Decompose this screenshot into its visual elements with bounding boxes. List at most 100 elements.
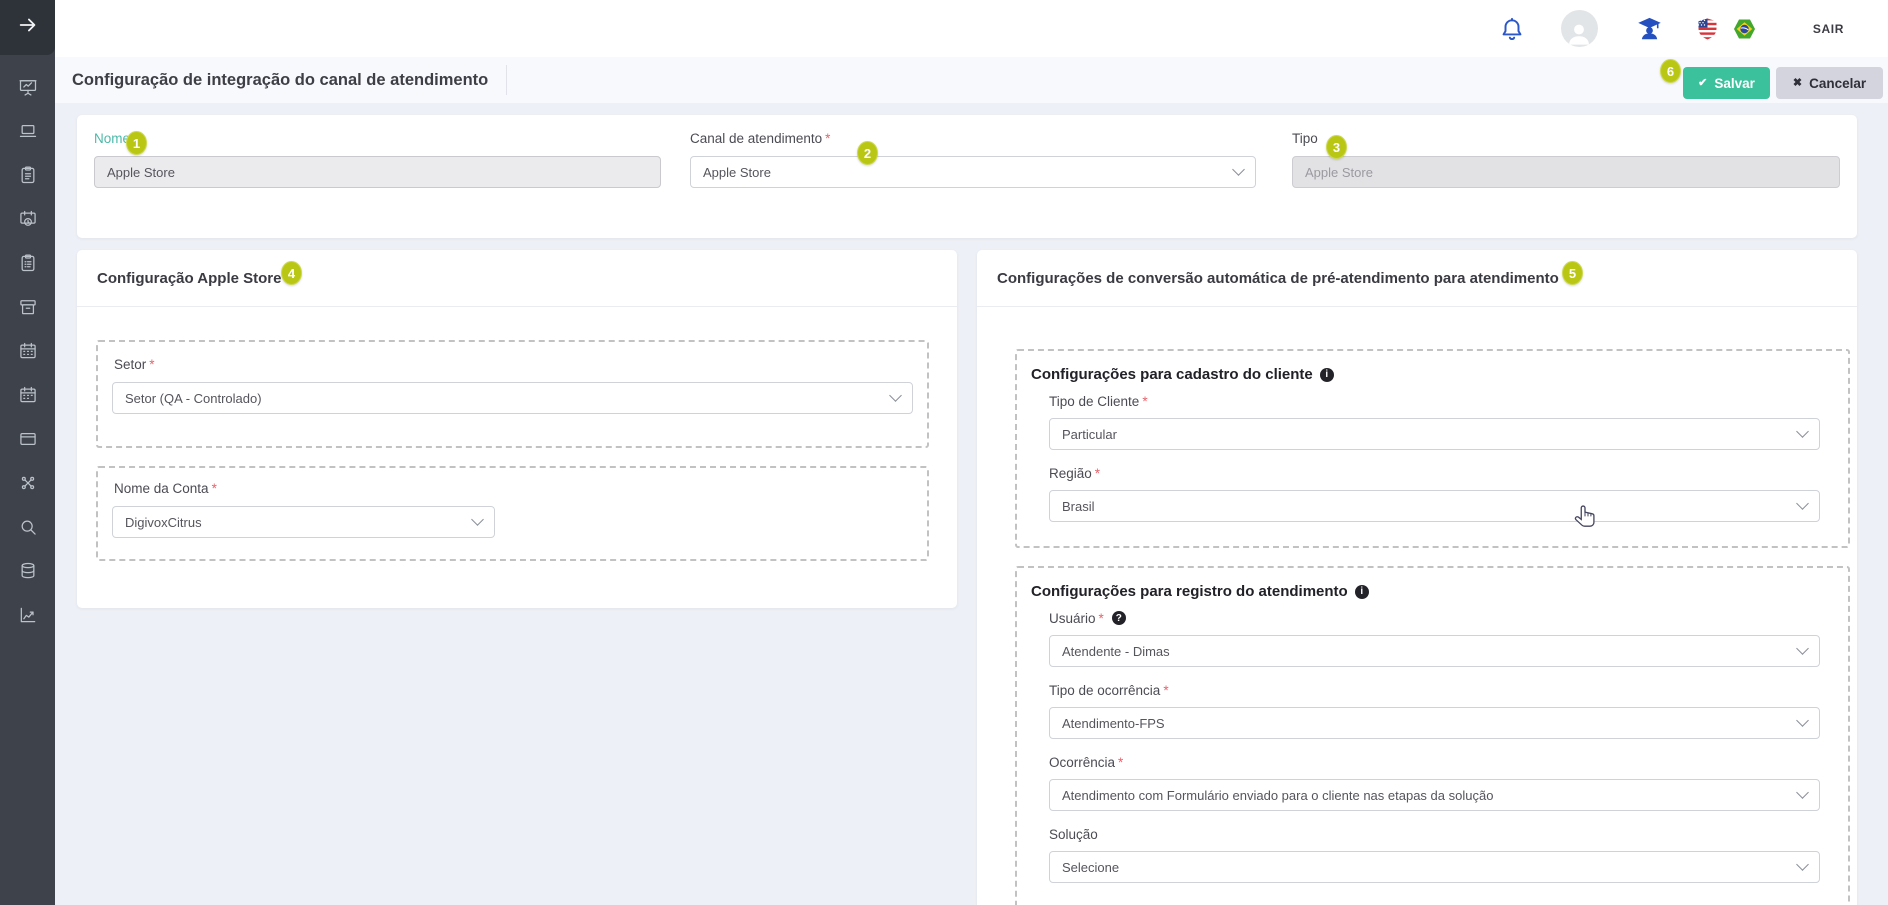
- calendar-clock-icon: [18, 209, 38, 229]
- apple-store-config-card: Configuração Apple Store Setor * Setor (…: [77, 250, 957, 608]
- graduate-user-icon[interactable]: [1636, 15, 1663, 42]
- app-window: SAIR Configuração de integração do canal…: [0, 0, 1888, 905]
- clipboard-list-icon: [18, 165, 38, 185]
- sidebar-item-clipboard-tasks[interactable]: [0, 241, 55, 285]
- conta-group: Nome da Conta * DigivoxCitrus: [96, 466, 929, 561]
- tipo-input: Apple Store: [1292, 156, 1840, 188]
- info-icon[interactable]: i: [1320, 368, 1334, 382]
- nome-input: Apple Store: [94, 156, 661, 188]
- sidebar-item-calendar-clock[interactable]: [0, 197, 55, 241]
- title-divider: [506, 65, 507, 95]
- notifications-bell-icon[interactable]: [1499, 16, 1525, 42]
- check-icon: ✔: [1698, 78, 1707, 89]
- ocorrencia-select[interactable]: Atendimento com Formulário enviado para …: [1049, 779, 1820, 811]
- cancel-button[interactable]: ✖ Cancelar: [1776, 67, 1883, 99]
- annotation-badge-1: 1: [126, 131, 147, 155]
- cadastro-cliente-group: Configurações para cadastro do cliente i…: [1015, 349, 1850, 548]
- registro-atendimento-group: Configurações para registro do atendimen…: [1015, 566, 1850, 905]
- conversion-config-card: Configurações de conversão automática de…: [977, 250, 1857, 905]
- nome-label: Nome *: [94, 129, 661, 147]
- chevron-down-icon: [1796, 425, 1809, 438]
- sidebar-item-browser-window[interactable]: [0, 417, 55, 461]
- sidebar-item-archive-box[interactable]: [0, 285, 55, 329]
- required-asterisk: *: [1095, 466, 1100, 481]
- archive-box-icon: [18, 297, 38, 317]
- tipo-ocorrencia-select[interactable]: Atendimento-FPS: [1049, 707, 1820, 739]
- flag-brazil-icon[interactable]: [1732, 17, 1757, 41]
- tipo-cliente-label: Tipo de Cliente *: [1049, 392, 1820, 410]
- regiao-label: Região *: [1049, 464, 1820, 482]
- calendar-month-icon: [18, 341, 38, 361]
- tipo-ocorrencia-field: Tipo de ocorrência * Atendimento-FPS: [1049, 681, 1820, 739]
- usuario-select[interactable]: Atendente - Dimas: [1049, 635, 1820, 667]
- chevron-down-icon: [471, 513, 484, 526]
- sidebar-item-database-stack[interactable]: [0, 549, 55, 593]
- chevron-down-icon: [1232, 163, 1245, 176]
- chevron-down-icon: [1796, 642, 1809, 655]
- sidebar-item-presentation-board[interactable]: [0, 65, 55, 109]
- annotation-badge-5: 5: [1562, 261, 1583, 285]
- presentation-board-icon: [18, 77, 38, 97]
- solucao-select[interactable]: Selecione: [1049, 851, 1820, 883]
- required-asterisk: *: [1099, 611, 1104, 626]
- save-button[interactable]: ✔ Salvar: [1683, 67, 1770, 99]
- sidebar: [0, 0, 55, 905]
- calendar-month-alt-icon: [18, 385, 38, 405]
- sidebar-menu: [0, 55, 55, 637]
- ocorrencia-label: Ocorrência *: [1049, 753, 1820, 771]
- sidebar-item-chart-growth[interactable]: [0, 593, 55, 637]
- regiao-field: Região * Brasil: [1049, 464, 1820, 522]
- chevron-down-icon: [1796, 858, 1809, 871]
- flag-us-icon[interactable]: [1695, 17, 1720, 41]
- sidebar-item-calendar-month-alt[interactable]: [0, 373, 55, 417]
- conta-select[interactable]: DigivoxCitrus: [112, 506, 495, 538]
- top-header: SAIR: [55, 0, 1888, 57]
- solucao-field: Solução Selecione: [1049, 825, 1820, 883]
- tipo-ocorrencia-label: Tipo de ocorrência *: [1049, 681, 1820, 699]
- sidebar-item-network-nodes[interactable]: [0, 461, 55, 505]
- conta-label: Nome da Conta *: [114, 479, 913, 497]
- database-stack-icon: [18, 561, 38, 581]
- toggle-sidebar-button[interactable]: [0, 0, 55, 55]
- solucao-label: Solução: [1049, 825, 1820, 843]
- setor-group: Setor * Setor (QA - Controlado): [96, 340, 929, 448]
- clipboard-tasks-icon: [18, 253, 38, 273]
- chevron-down-icon: [889, 389, 902, 402]
- tipo-cliente-field: Tipo de Cliente * Particular: [1049, 392, 1820, 450]
- canal-field: Canal de atendimento * Apple Store: [690, 129, 1256, 188]
- laptop-icon: [18, 121, 38, 141]
- chevron-down-icon: [1796, 497, 1809, 510]
- canal-select[interactable]: Apple Store: [690, 156, 1256, 188]
- search-icon: [18, 517, 38, 537]
- sidebar-item-laptop[interactable]: [0, 109, 55, 153]
- sidebar-item-clipboard-list[interactable]: [0, 153, 55, 197]
- info-icon[interactable]: i: [1355, 585, 1369, 599]
- title-bar: Configuração de integração do canal de a…: [55, 57, 1888, 103]
- usuario-field: Usuário * ? Atendente - Dimas: [1049, 609, 1820, 667]
- tipo-cliente-select[interactable]: Particular: [1049, 418, 1820, 450]
- sidebar-item-search[interactable]: [0, 505, 55, 549]
- sidebar-item-calendar-month[interactable]: [0, 329, 55, 373]
- arrow-right-icon: [17, 14, 39, 41]
- annotation-badge-2: 2: [857, 141, 878, 165]
- help-icon[interactable]: ?: [1112, 611, 1126, 625]
- nome-field: Nome * Apple Store: [94, 129, 661, 188]
- regiao-select[interactable]: Brasil: [1049, 490, 1820, 522]
- logout-button[interactable]: SAIR: [1813, 22, 1844, 36]
- close-icon: ✖: [1793, 78, 1802, 89]
- cadastro-heading: Configurações para cadastro do cliente i: [1031, 366, 1834, 383]
- chevron-down-icon: [1796, 714, 1809, 727]
- required-asterisk: *: [1118, 755, 1123, 770]
- network-nodes-icon: [18, 473, 38, 493]
- browser-window-icon: [18, 429, 38, 449]
- canal-label: Canal de atendimento *: [690, 129, 1256, 147]
- cancel-button-label: Cancelar: [1809, 76, 1866, 91]
- required-asterisk: *: [212, 481, 217, 496]
- setor-select[interactable]: Setor (QA - Controlado): [112, 382, 913, 414]
- setor-label: Setor *: [114, 355, 913, 373]
- required-asterisk: *: [825, 131, 830, 146]
- annotation-badge-6: 6: [1660, 59, 1681, 83]
- user-avatar[interactable]: [1561, 10, 1598, 47]
- usuario-label: Usuário * ?: [1049, 609, 1820, 627]
- conversion-card-title: Configurações de conversão automática de…: [997, 270, 1559, 287]
